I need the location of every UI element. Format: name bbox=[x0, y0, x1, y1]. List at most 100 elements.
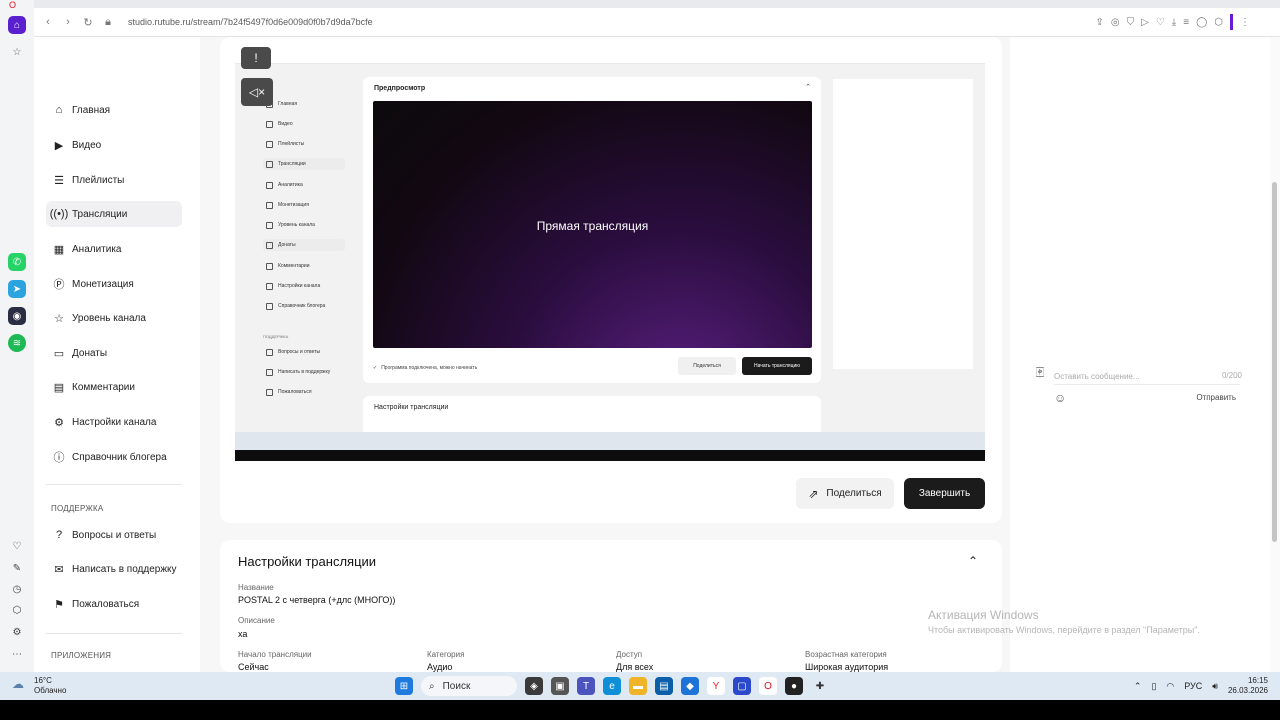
battery-icon[interactable]: ▯ bbox=[1151, 681, 1156, 692]
telegram-icon[interactable]: ➤ bbox=[8, 280, 26, 298]
forward-icon[interactable]: › bbox=[58, 16, 78, 28]
opera-logo-icon: O bbox=[9, 0, 17, 10]
app-icon[interactable]: ▢ bbox=[733, 677, 751, 695]
temperature: 16°C bbox=[34, 676, 52, 685]
menu-icon[interactable]: ≡ bbox=[1183, 17, 1189, 28]
game-character-icon[interactable]: ✚ bbox=[811, 677, 829, 695]
sidebar-item-broadcasts[interactable]: ((•)) Трансляции bbox=[46, 201, 182, 227]
sidebar-item-blogger-guide[interactable]: ⓘ Справочник блогера bbox=[46, 444, 182, 470]
edit-icon[interactable]: ✎ bbox=[8, 559, 26, 577]
history-icon[interactable]: ◷ bbox=[8, 580, 26, 598]
vscode-icon[interactable]: ◆ bbox=[681, 677, 699, 695]
sidebar-item-home[interactable]: ⌂ Главная bbox=[46, 97, 182, 123]
sidebar-item-playlists[interactable]: ☰ Плейлисты bbox=[46, 167, 182, 193]
stream-video[interactable]: Главная Видео Плейлисты Трансляции Анали… bbox=[235, 39, 985, 461]
mirrored-section-label: ПОДДЕРЖКА bbox=[263, 333, 289, 339]
sidebar-item-channel-level[interactable]: ☆ Уровень канала bbox=[46, 305, 182, 331]
language-indicator[interactable]: РУС bbox=[1184, 681, 1202, 691]
share-button[interactable]: ⇗ Поделиться bbox=[796, 478, 894, 509]
shield-icon[interactable]: ⛉ bbox=[1127, 17, 1135, 28]
info-icon: ⓘ bbox=[53, 452, 65, 464]
share-page-icon[interactable]: ⇪ bbox=[1096, 17, 1104, 28]
profile-icon[interactable]: ◯ bbox=[1196, 17, 1207, 28]
mirrored-settings-title: Настройки трансляции bbox=[374, 404, 449, 411]
reload-icon[interactable]: ↻ bbox=[78, 16, 98, 29]
page-scrollbar[interactable] bbox=[1270, 37, 1280, 672]
mirrored-share-button: Поделиться bbox=[678, 357, 736, 375]
finish-button[interactable]: Завершить bbox=[904, 478, 985, 509]
cube-icon[interactable]: ⬡ bbox=[1214, 17, 1223, 28]
mirrored-stream-preview: Прямая трансляция bbox=[373, 101, 812, 348]
url-field[interactable]: studio.rutube.ru/stream/7b24f5497f0d6e00… bbox=[128, 17, 373, 27]
sidebar-item-label: Аналитика bbox=[72, 243, 122, 255]
sidebar-item-comments[interactable]: ▤ Комментарии bbox=[46, 374, 182, 400]
mirrored-nav-item: Аналитика bbox=[263, 179, 345, 191]
heart-icon[interactable]: ♡ bbox=[1156, 17, 1165, 28]
teams-icon[interactable]: T bbox=[577, 677, 595, 695]
mirrored-nav-item: Настройки канала bbox=[263, 280, 345, 292]
game-app-icon[interactable]: ◈ bbox=[525, 677, 543, 695]
mute-icon[interactable]: ◁× bbox=[241, 78, 273, 106]
chevron-up-icon[interactable]: ⌃ bbox=[1134, 681, 1142, 692]
wifi-icon[interactable]: ◠ bbox=[1166, 681, 1174, 692]
video-icon: ▶ bbox=[54, 139, 64, 152]
weather-text: Облачно bbox=[34, 686, 67, 695]
mirrored-browser-header bbox=[235, 39, 985, 64]
system-tray: ⌃ ▯ ◠ РУС 🔊︎ 16:15 26.03.2026 bbox=[1134, 676, 1268, 696]
opera-sidebar: O ⌂ ☆ ✆ ➤ ◉ ≋ ♡ ✎ ◷ ⬡ ⚙ ⋯ bbox=[0, 0, 34, 672]
more-icon[interactable]: ⋯ bbox=[8, 645, 26, 663]
obs-icon[interactable]: ● bbox=[785, 677, 803, 695]
send-button[interactable]: Отправить bbox=[1196, 393, 1236, 402]
player-control-strip[interactable] bbox=[235, 450, 985, 461]
camera-icon[interactable]: ◎ bbox=[1111, 17, 1120, 28]
weather-widget[interactable]: ☁ 16°C Облачно bbox=[12, 676, 66, 696]
emoji-icon[interactable]: ☺ bbox=[1054, 391, 1066, 405]
discord-icon[interactable]: ◉ bbox=[8, 307, 26, 325]
home-icon[interactable]: ⌂ bbox=[8, 16, 26, 34]
sidebar-item-faq[interactable]: ? Вопросы и ответы bbox=[46, 522, 182, 548]
mirrored-sidebar: Главная Видео Плейлисты Трансляции Анали… bbox=[257, 91, 349, 421]
sidebar-item-monetization[interactable]: Ⓟ Монетизация bbox=[46, 271, 182, 297]
back-icon[interactable]: ‹ bbox=[38, 16, 58, 28]
whatsapp-icon[interactable]: ✆ bbox=[8, 253, 26, 271]
mirrored-nav-item: Главная bbox=[263, 98, 345, 110]
sidebar-item-analytics[interactable]: ▦ Аналитика bbox=[46, 236, 182, 262]
sidebar-item-channel-settings[interactable]: ⚙ Настройки канала bbox=[46, 409, 182, 435]
broadcast-icon: ((•)) bbox=[49, 208, 69, 220]
box-icon[interactable]: ⬡ bbox=[8, 601, 26, 619]
settings-icon[interactable]: ⚙ bbox=[8, 623, 26, 641]
play-icon[interactable]: ▷ bbox=[1141, 17, 1149, 28]
explorer-icon[interactable]: ▬ bbox=[629, 677, 647, 695]
edge-icon[interactable]: e bbox=[603, 677, 621, 695]
apps-section-label: ПРИЛОЖЕНИЯ bbox=[51, 651, 112, 660]
task-view-icon[interactable]: ▣ bbox=[551, 677, 569, 695]
sidebar-item-report[interactable]: ⚑ Пожаловаться bbox=[46, 591, 182, 617]
scroll-thumb[interactable] bbox=[1272, 182, 1277, 542]
taskbar-search[interactable]: ⌕ Поиск bbox=[421, 676, 517, 696]
sidebar-item-label: Монетизация bbox=[72, 278, 134, 290]
chat-message-input[interactable]: Оставить сообщение... bbox=[1054, 368, 1240, 385]
support-section-label: ПОДДЕРЖКА bbox=[51, 504, 104, 513]
settings-title: Настройки трансляции bbox=[238, 554, 377, 569]
yandex-icon[interactable]: Y bbox=[707, 677, 725, 695]
browser-tabstrip bbox=[0, 0, 1280, 8]
sidebar-item-video[interactable]: ▶ Видео bbox=[46, 132, 182, 158]
mirrored-nav-item: Написать в поддержку bbox=[263, 366, 345, 378]
store-icon[interactable]: ▤ bbox=[655, 677, 673, 695]
volume-icon[interactable]: 🔊︎ bbox=[1212, 681, 1218, 692]
spotify-icon[interactable]: ≋ bbox=[8, 334, 26, 352]
screen-bottom-bar bbox=[0, 700, 1280, 720]
more-icon[interactable]: ⋮ bbox=[1240, 17, 1250, 28]
clock[interactable]: 16:15 26.03.2026 bbox=[1228, 676, 1268, 696]
windows-start-icon[interactable]: ⊞ bbox=[395, 677, 413, 695]
sidebar-item-donations[interactable]: ▭ Донаты bbox=[46, 340, 182, 366]
heart-icon[interactable]: ♡ bbox=[8, 537, 26, 555]
mirrored-nav-item: Трансляции bbox=[263, 158, 345, 170]
mirrored-nav-item: Вопросы и ответы bbox=[263, 346, 345, 358]
chevron-up-icon[interactable]: ⌃ bbox=[968, 554, 978, 568]
download-icon[interactable]: ⤓ bbox=[1172, 17, 1176, 28]
opera-icon[interactable]: O bbox=[759, 677, 777, 695]
star-icon[interactable]: ☆ bbox=[8, 43, 26, 61]
warning-icon[interactable]: ! bbox=[241, 47, 271, 69]
sidebar-item-contact-support[interactable]: ✉ Написать в поддержку bbox=[46, 556, 182, 582]
